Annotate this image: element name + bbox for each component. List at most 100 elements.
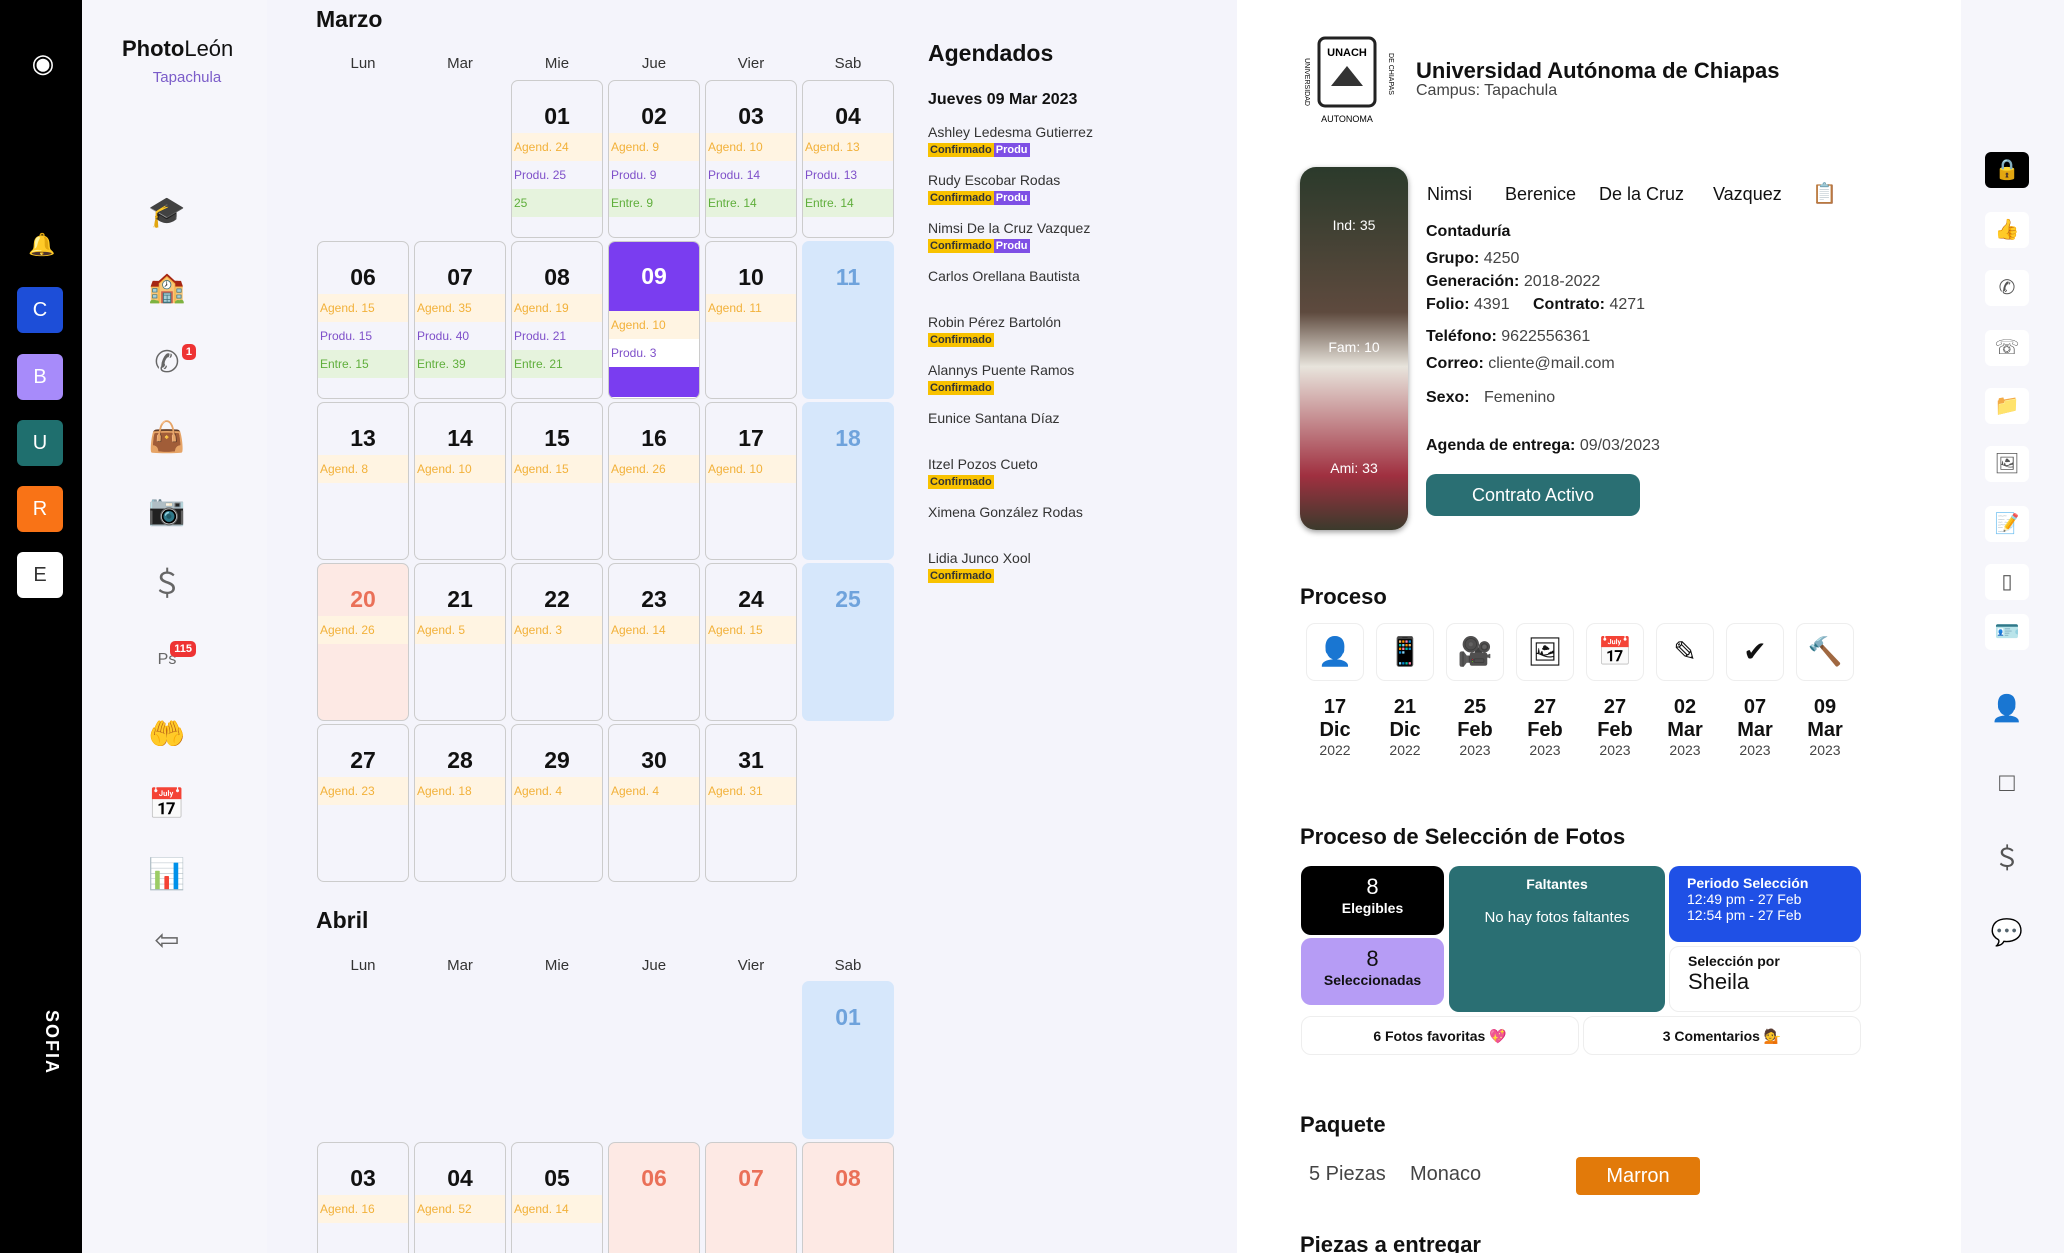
day-cell[interactable]: 04 Agend. 52: [414, 1142, 506, 1253]
workspace-u[interactable]: U: [17, 420, 63, 466]
agenda-item[interactable]: Ximena González Rodas: [928, 504, 1228, 520]
day-cell[interactable]: 09 Agend. 10 Produ. 3: [608, 241, 700, 399]
day-cell[interactable]: 24 Agend. 15: [705, 563, 797, 721]
process-step[interactable]: ✎ 02 Mar 2023: [1650, 624, 1720, 758]
day-cell[interactable]: 06 Agend. 15 Produ. 15 Entre. 15: [317, 241, 409, 399]
process-step[interactable]: 🖼 27 Feb 2023: [1510, 624, 1580, 758]
workspace-b[interactable]: B: [17, 354, 63, 400]
agenda-item[interactable]: Itzel Pozos Cueto Confirmado: [928, 456, 1228, 489]
day-cell[interactable]: 11: [802, 241, 894, 399]
shopping-bag-icon[interactable]: 👜: [144, 415, 190, 461]
day-cell[interactable]: 31 Agend. 31: [705, 724, 797, 882]
workspace-r[interactable]: R: [17, 486, 63, 532]
lock-icon[interactable]: 🔒: [1985, 152, 2029, 188]
day-cell[interactable]: 01 Agend. 24 Produ. 25 25: [511, 80, 603, 238]
day-cell[interactable]: 18: [802, 402, 894, 560]
day-stat: Agend. 26: [318, 616, 408, 644]
process-step[interactable]: ✔ 07 Mar 2023: [1720, 624, 1790, 758]
selected-card[interactable]: 8 Seleccionadas: [1301, 938, 1444, 1005]
day-cell[interactable]: 15 Agend. 15: [511, 402, 603, 560]
whatsapp-icon[interactable]: ✆: [1985, 270, 2029, 306]
photoshop-icon[interactable]: Ps 115: [144, 637, 196, 683]
agenda-item[interactable]: Nimsi De la Cruz Vazquez Confirmado Produ: [928, 220, 1228, 253]
day-cell[interactable]: 10 Agend. 11: [705, 241, 797, 399]
agenda-item[interactable]: Rudy Escobar Rodas Confirmado Produ: [928, 172, 1228, 205]
last-name-1: De la Cruz: [1599, 184, 1685, 204]
dollar-icon[interactable]: ＄: [144, 562, 190, 608]
day-cell[interactable]: 04 Agend. 13 Produ. 13 Entre. 14: [802, 80, 894, 238]
day-cell[interactable]: 03 Agend. 10 Produ. 14 Entre. 14: [705, 80, 797, 238]
clipboard-icon[interactable]: 📋: [1812, 181, 1837, 206]
day-cell[interactable]: 07 Agend. 35 Produ. 40 Entre. 39: [414, 241, 506, 399]
workspace-c[interactable]: C: [17, 287, 63, 333]
whatsapp-outline-icon[interactable]: ☏: [1985, 330, 2029, 366]
contact-card-icon[interactable]: 🪪: [1985, 614, 2029, 650]
day-cell[interactable]: 16 Agend. 26: [608, 402, 700, 560]
day-cell[interactable]: 20 Agend. 26: [317, 563, 409, 721]
missing-card[interactable]: Faltantes No hay fotos faltantes: [1449, 866, 1665, 1012]
day-cell[interactable]: 21 Agend. 5: [414, 563, 506, 721]
hand-photo-icon[interactable]: 🤲: [144, 712, 190, 758]
selected-label: Seleccionadas: [1323, 972, 1422, 988]
image-icon[interactable]: 🖼: [1985, 446, 2029, 482]
day-cell[interactable]: 07: [705, 1142, 797, 1253]
school-icon[interactable]: 🏫: [144, 265, 190, 311]
day-cell[interactable]: 22 Agend. 3: [511, 563, 603, 721]
day-cell[interactable]: 23 Agend. 14: [608, 563, 700, 721]
process-step[interactable]: 🔨 09 Mar 2023: [1790, 624, 1860, 758]
eligible-card[interactable]: 8 Elegibles: [1301, 866, 1444, 935]
day-cell[interactable]: 14 Agend. 10: [414, 402, 506, 560]
agenda-item[interactable]: Lidia Junco Xool Confirmado: [928, 550, 1228, 583]
chat-icon[interactable]: 💬: [1985, 914, 2029, 950]
day-cell[interactable]: 08 Agend. 19 Produ. 21 Entre. 21: [511, 241, 603, 399]
day-cell[interactable]: 25: [802, 563, 894, 721]
workspace-e[interactable]: E: [17, 552, 63, 598]
day-cell[interactable]: 06: [608, 1142, 700, 1253]
day-cell[interactable]: 17 Agend. 10: [705, 402, 797, 560]
chart-icon[interactable]: 📊: [144, 852, 190, 898]
bell-icon[interactable]: 🔔: [28, 232, 55, 258]
agenda-item[interactable]: Eunice Santana Díaz: [928, 410, 1228, 426]
process-step[interactable]: 🎥 25 Feb 2023: [1440, 624, 1510, 758]
comments-button[interactable]: 3 Comentarios 💁: [1583, 1016, 1861, 1055]
graduation-cap-icon[interactable]: 🎓: [144, 190, 190, 236]
day-cell[interactable]: 27 Agend. 23: [317, 724, 409, 882]
contract-status-button[interactable]: Contrato Activo: [1426, 474, 1640, 516]
day-cell[interactable]: 08: [802, 1142, 894, 1253]
process-step[interactable]: 📱 21 Dic 2022: [1370, 624, 1440, 758]
day-number: 03: [738, 103, 764, 129]
day-cell[interactable]: 29 Agend. 4: [511, 724, 603, 882]
calendar-nav-icon[interactable]: 📅: [144, 782, 190, 828]
user-icon[interactable]: 👤: [1985, 690, 2029, 726]
thumbs-up-icon[interactable]: 👍: [1985, 212, 2029, 248]
process-step[interactable]: 📅 27 Feb 2023: [1580, 624, 1650, 758]
square-icon[interactable]: □: [1985, 764, 2029, 800]
agenda-item-name: Itzel Pozos Cueto: [928, 456, 1038, 472]
package-color[interactable]: Marron: [1576, 1157, 1700, 1195]
agenda-item[interactable]: Alannys Puente Ramos Confirmado: [928, 362, 1228, 395]
agenda-item[interactable]: Robin Pérez Bartolón Confirmado: [928, 314, 1228, 347]
day-cell[interactable]: 03 Agend. 16: [317, 1142, 409, 1253]
brand-logo[interactable]: PhotoLeón: [122, 36, 233, 62]
day-cell[interactable]: 02 Agend. 9 Produ. 9 Entre. 9: [608, 80, 700, 238]
period-card[interactable]: Periodo Selección 12:49 pm - 27 Feb 12:5…: [1669, 866, 1861, 942]
day-cell[interactable]: 13 Agend. 8: [317, 402, 409, 560]
day-cell[interactable]: 01: [802, 981, 894, 1139]
agenda-item[interactable]: Ashley Ledesma Gutierrez Confirmado Produ: [928, 124, 1228, 157]
dollar-icon[interactable]: ＄: [1985, 840, 2029, 876]
day-cell[interactable]: 05 Agend. 14: [511, 1142, 603, 1253]
process-step[interactable]: 👤 17 Dic 2022: [1300, 624, 1370, 758]
whatsapp-nav-icon[interactable]: ✆ 1: [144, 340, 196, 386]
logout-icon[interactable]: ⇦: [144, 918, 190, 964]
day-stat: Agend. 15: [318, 294, 408, 322]
camera-icon[interactable]: 📷: [144, 488, 190, 534]
agenda-item[interactable]: Carlos Orellana Bautista: [928, 268, 1228, 284]
favorites-button[interactable]: 6 Fotos favoritas 💖: [1301, 1016, 1579, 1055]
document-icon[interactable]: 📝: [1985, 506, 2029, 542]
day-cell[interactable]: 30 Agend. 4: [608, 724, 700, 882]
tablet-icon[interactable]: ▯: [1985, 564, 2029, 600]
user-name: SOFIA: [42, 1010, 62, 1076]
folder-icon[interactable]: 📁: [1985, 388, 2029, 424]
day-cell[interactable]: 28 Agend. 18: [414, 724, 506, 882]
camera-lens-icon[interactable]: ◉: [24, 48, 62, 80]
